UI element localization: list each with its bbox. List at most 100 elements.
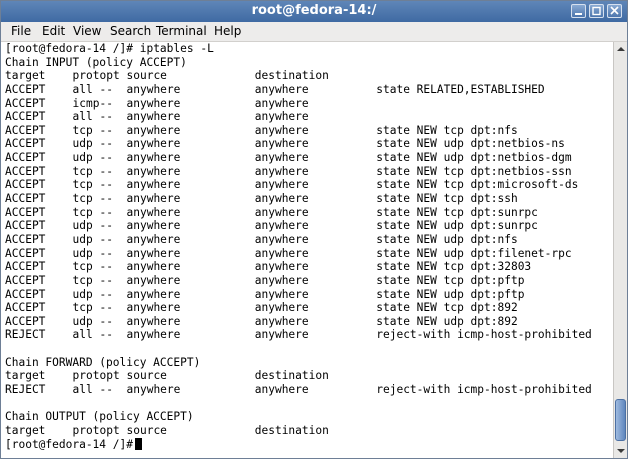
table-header: target prot opt source destination — [5, 423, 329, 438]
table-row: ACCEPT udp -- anywhere anywhere state NEW udp… — [5, 314, 518, 329]
header-prot: prot — [72, 69, 100, 83]
rule-target: ACCEPT — [5, 205, 46, 219]
rule-source: anywhere — [126, 192, 181, 206]
rule-options: state NEW tcp dpt:32803 — [376, 260, 532, 274]
menu-view[interactable]: View — [73, 24, 101, 38]
scroll-up-button[interactable] — [614, 42, 627, 56]
rule-prot: tcp — [72, 301, 93, 315]
rule-source: anywhere — [126, 260, 181, 274]
close-button[interactable] — [607, 4, 622, 18]
rule-destination: anywhere — [254, 246, 309, 260]
rule-source: anywhere — [126, 246, 181, 260]
rule-target: ACCEPT — [5, 260, 46, 274]
rule-destination: anywhere — [254, 82, 309, 96]
rule-destination: anywhere — [254, 151, 309, 165]
rule-options: state NEW udp dpt:netbios-ns — [376, 137, 565, 151]
header-opt: opt — [99, 369, 120, 383]
rule-prot: udp — [72, 287, 93, 301]
header-source: source — [126, 369, 167, 383]
rule-target: ACCEPT — [5, 151, 46, 165]
chain-input-heading: Chain INPUT (policy ACCEPT) — [5, 55, 187, 69]
header-opt: opt — [99, 69, 120, 83]
table-row: ACCEPT all -- anywhere anywhere state RELATED… — [5, 82, 545, 97]
rule-options: state NEW tcp dpt:sunrpc — [376, 205, 538, 219]
rule-opt: -- — [99, 219, 113, 233]
terminal-window: root@fedora-14:/ File Edit View Search T… — [0, 0, 628, 459]
rule-prot: tcp — [72, 273, 93, 287]
rule-prot: udp — [72, 246, 93, 260]
rule-source: anywhere — [126, 178, 181, 192]
rule-source: anywhere — [126, 383, 181, 397]
table-row: ACCEPT udp -- anywhere anywhere state NEW udp… — [5, 233, 518, 247]
terminal-lines: [root@fedora-14 /]# iptables -L Chain INP… — [5, 42, 592, 451]
header-destination: destination — [254, 69, 329, 83]
menu-terminal[interactable]: Terminal — [156, 24, 207, 38]
table-row: ACCEPT tcp -- anywhere anywhere state NEW tcp… — [5, 273, 524, 288]
rule-options: state RELATED,ESTABLISHED — [376, 82, 545, 96]
vertical-scrollbar[interactable] — [613, 42, 627, 458]
rule-destination: anywhere — [254, 219, 309, 233]
shell-prompt: [root@fedora-14 /]# — [5, 437, 133, 451]
rule-source: anywhere — [126, 164, 181, 178]
menu-bar: File Edit View Search Terminal Help — [1, 22, 627, 42]
rule-source: anywhere — [126, 123, 181, 137]
rule-target: ACCEPT — [5, 178, 46, 192]
menu-edit[interactable]: Edit — [42, 24, 65, 38]
rule-destination: anywhere — [254, 232, 309, 246]
rule-source: anywhere — [126, 328, 181, 342]
scroll-down-button[interactable] — [614, 444, 627, 458]
rule-destination: anywhere — [254, 205, 309, 219]
header-prot: prot — [72, 423, 100, 437]
table-row: ACCEPT tcp -- anywhere anywhere state NEW tcp… — [5, 123, 518, 138]
rule-opt: -- — [99, 164, 113, 178]
rule-opt: -- — [99, 246, 113, 260]
close-icon — [610, 6, 619, 15]
rule-opt: -- — [99, 383, 113, 397]
rule-destination: anywhere — [254, 96, 309, 110]
table-row: REJECT all -- anywhere anywhere reject-with i… — [5, 383, 592, 397]
title-bar[interactable]: root@fedora-14:/ — [1, 1, 627, 22]
rule-prot: udp — [72, 314, 93, 328]
rule-options: state NEW tcp dpt:pftp — [376, 273, 525, 287]
rule-opt: -- — [99, 123, 113, 137]
shell-prompt: [root@fedora-14 /]# — [5, 42, 133, 55]
rule-target: ACCEPT — [5, 301, 46, 315]
header-source: source — [126, 69, 167, 83]
header-prot: prot — [72, 369, 100, 383]
rule-source: anywhere — [126, 273, 181, 287]
rule-opt: -- — [99, 151, 113, 165]
header-destination: destination — [254, 369, 329, 383]
text-cursor — [134, 437, 142, 450]
rule-prot: all — [72, 383, 93, 397]
rule-source: anywhere — [126, 110, 181, 124]
rule-prot: all — [72, 110, 93, 124]
menu-file[interactable]: File — [11, 24, 31, 38]
header-target: target — [5, 369, 46, 383]
table-header: target prot opt source destination — [5, 369, 329, 383]
terminal-output[interactable]: [root@fedora-14 /]# iptables -L Chain INP… — [1, 42, 613, 458]
table-row: ACCEPT udp -- anywhere anywhere state NEW udp… — [5, 219, 538, 233]
rule-target: ACCEPT — [5, 246, 46, 260]
minimize-button[interactable] — [571, 4, 586, 18]
rule-opt: -- — [99, 314, 113, 328]
scrollbar-thumb[interactable] — [615, 399, 626, 441]
shell-command: iptables -L — [132, 42, 214, 55]
rule-options: state NEW udp dpt:filenet-rpc — [376, 246, 572, 260]
rule-options: state NEW tcp dpt:nfs — [376, 123, 518, 137]
menu-search[interactable]: Search — [110, 24, 151, 38]
chain-output-heading: Chain OUTPUT (policy ACCEPT) — [5, 410, 194, 424]
rule-opt: -- — [99, 110, 113, 124]
menu-help[interactable]: Help — [214, 24, 241, 38]
header-target: target — [5, 423, 46, 437]
rule-prot: tcp — [72, 123, 93, 137]
rule-destination: anywhere — [254, 273, 309, 287]
table-row: ACCEPT tcp -- anywhere anywhere state NEW tcp… — [5, 205, 538, 220]
rule-prot: tcp — [72, 260, 93, 274]
rule-opt: -- — [99, 96, 113, 110]
rule-target: ACCEPT — [5, 219, 46, 233]
table-row: ACCEPT tcp -- anywhere anywhere state NEW tcp… — [5, 301, 518, 315]
maximize-button[interactable] — [589, 4, 604, 18]
rule-prot: all — [72, 82, 93, 96]
